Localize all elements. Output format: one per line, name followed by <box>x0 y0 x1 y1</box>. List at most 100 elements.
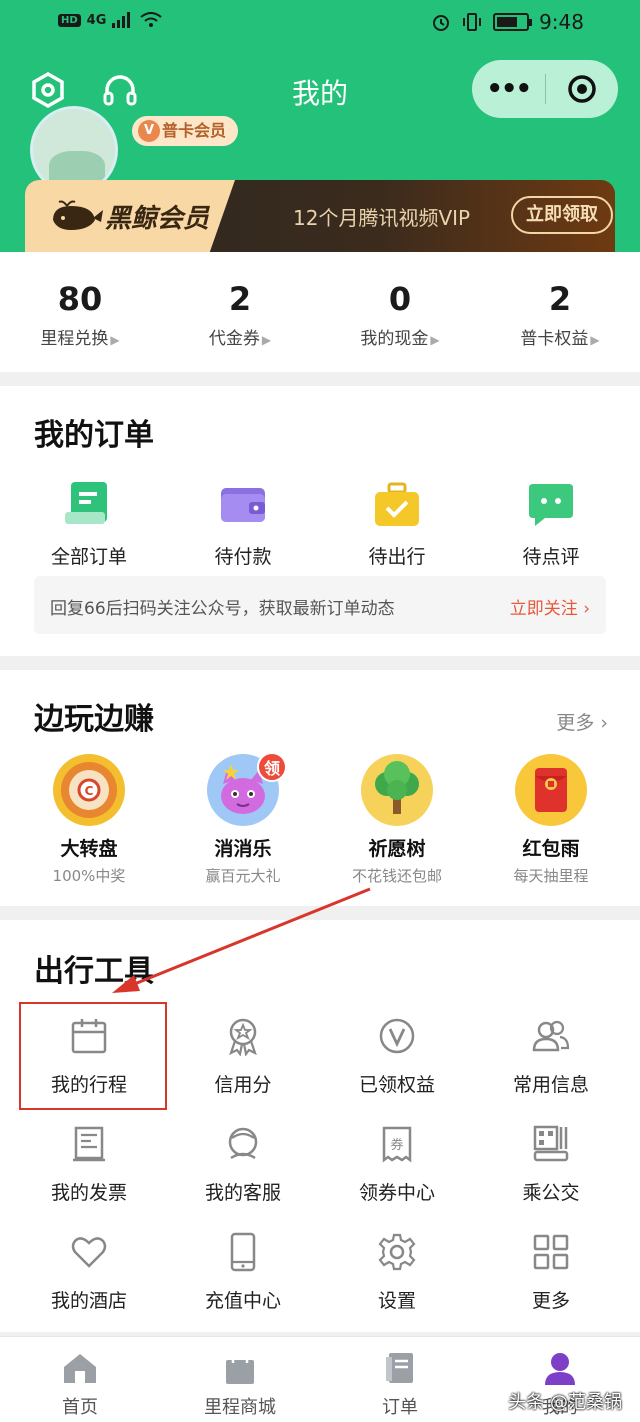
tool-top-up[interactable]: 充值中心 <box>166 1222 320 1330</box>
chevron-right-icon: ▶ <box>261 333 272 347</box>
banner-text: 12个月腾讯视频VIP <box>293 206 471 230</box>
order-upcoming-trip[interactable]: 待出行 <box>320 478 474 569</box>
medal-icon <box>229 1018 257 1057</box>
profile-icon <box>545 1353 575 1385</box>
order-pending-review[interactable]: 待点评 <box>474 478 628 569</box>
tool-label: 乘公交 <box>522 1182 580 1204</box>
earn-wish-tree[interactable]: 祈愿树 不花钱还包邮 <box>320 754 474 886</box>
tree-icon <box>361 754 433 826</box>
orders-title: 我的订单 <box>34 418 154 453</box>
status-right: 9:48 <box>431 10 584 34</box>
orders-tab-icon <box>386 1353 413 1383</box>
tool-my-hotels[interactable]: 我的酒店 <box>12 1222 166 1330</box>
earn-item-subtitle: 每天抽里程 <box>513 867 589 885</box>
tool-label: 我的客服 <box>204 1182 281 1204</box>
order-notice-bar[interactable]: 回复66后扫码关注公众号，获取最新订单动态 立即关注 › <box>34 576 606 634</box>
network-label: 4G <box>86 12 107 28</box>
more-menu-button[interactable]: ••• <box>472 74 545 104</box>
stat-voucher[interactable]: 2 代金券 ▶ <box>160 252 320 372</box>
invoice-icon <box>73 1126 105 1162</box>
close-miniapp-button[interactable] <box>546 73 619 105</box>
tab-label: 订单 <box>382 1397 418 1418</box>
tool-label: 充值中心 <box>204 1290 281 1312</box>
contacts-icon <box>532 1020 570 1052</box>
earn-card: 边玩边赚 更多 › C 大转盘 100%中奖 领 消消乐 赢百元大礼 祈愿树 不… <box>0 670 640 906</box>
tab-mall[interactable]: 里程商城 <box>160 1337 320 1422</box>
earn-red-envelope[interactable]: 红包雨 每天抽里程 <box>474 754 628 886</box>
wallet-icon <box>215 478 271 534</box>
gear-icon <box>378 1233 416 1271</box>
tool-label: 信用分 <box>214 1074 272 1096</box>
chevron-right-icon: ▶ <box>430 333 440 347</box>
stat-mileage[interactable]: 80 里程兑换 ▶ <box>0 252 160 372</box>
shopping-bag-icon <box>226 1351 254 1384</box>
hd-badge: HD <box>58 13 81 27</box>
earn-match-game[interactable]: 领 消消乐 赢百元大礼 <box>166 752 320 886</box>
tab-label: 里程商城 <box>204 1397 276 1418</box>
stat-value: 2 <box>548 280 572 318</box>
tab-orders[interactable]: 订单 <box>320 1337 480 1422</box>
stat-label: 普卡权益 ▶ <box>520 329 600 349</box>
tool-customer-service[interactable]: 我的客服 <box>166 1114 320 1222</box>
tool-claimed-benefits[interactable]: 已领权益 <box>320 1006 474 1114</box>
earn-grid: C 大转盘 100%中奖 领 消消乐 赢百元大礼 祈愿树 不花钱还包邮 红包雨 <box>0 752 640 886</box>
tool-label: 我的发票 <box>50 1182 127 1204</box>
stats-row: 80 里程兑换 ▶ 2 代金券 ▶ 0 我的现金 ▶ 2 普卡权益 ▶ <box>0 252 640 372</box>
whale-icon <box>53 200 103 230</box>
profile-header: 我的 ••• V 普卡会员 黑鲸会员 12个月腾讯视频VIP 立即领取 <box>0 46 640 252</box>
vip-icon <box>379 1018 415 1054</box>
grid-icon <box>533 1234 569 1270</box>
tool-invoices[interactable]: 我的发票 <box>12 1114 166 1222</box>
order-all[interactable]: 全部订单 <box>12 478 166 569</box>
tool-contacts[interactable]: 常用信息 <box>474 1006 628 1114</box>
tool-credit-score[interactable]: 信用分 <box>166 1006 320 1114</box>
tool-bus[interactable]: 乘公交 <box>474 1114 628 1222</box>
status-bar: HD 4G 9:48 <box>0 0 640 46</box>
phone-icon <box>230 1232 256 1272</box>
earn-item-title: 红包雨 <box>522 838 580 860</box>
order-list-icon <box>61 478 117 534</box>
tab-home[interactable]: 首页 <box>0 1337 160 1422</box>
tab-label: 首页 <box>62 1397 98 1418</box>
svg-text:C: C <box>85 784 94 798</box>
coupon-icon: 券 <box>382 1126 412 1163</box>
red-envelope-icon <box>515 754 587 826</box>
service-icon <box>228 1127 258 1160</box>
tool-coupon-center[interactable]: 券 领券中心 <box>320 1114 474 1222</box>
member-v-badge: V <box>138 120 160 142</box>
order-label: 待付款 <box>214 546 272 568</box>
clock: 9:48 <box>539 10 584 34</box>
earn-more-link[interactable]: 更多 › <box>556 708 608 735</box>
target-icon <box>568 75 596 103</box>
stat-benefits[interactable]: 2 普卡权益 ▶ <box>480 252 640 372</box>
stat-label: 代金券 ▶ <box>208 329 272 349</box>
watermark: 头条 @范桑锅 <box>508 1392 622 1413</box>
tool-settings[interactable]: 设置 <box>320 1222 474 1330</box>
bus-icon <box>533 1125 569 1162</box>
member-level-label: 普卡会员 <box>162 121 227 140</box>
member-level-tag[interactable]: V 普卡会员 <box>132 116 239 146</box>
stat-value: 80 <box>57 280 103 318</box>
tool-label: 我的行程 <box>50 1074 127 1096</box>
earn-wheel[interactable]: C 大转盘 100%中奖 <box>12 754 166 886</box>
stat-cash[interactable]: 0 我的现金 ▶ <box>320 252 480 372</box>
home-icon <box>64 1354 96 1383</box>
tool-more[interactable]: 更多 <box>474 1222 628 1330</box>
claim-badge: 领 <box>257 752 287 782</box>
earn-item-title: 大转盘 <box>60 838 118 860</box>
claim-button[interactable]: 立即领取 <box>511 196 613 234</box>
battery-icon <box>493 13 533 31</box>
earn-item-subtitle: 不花钱还包邮 <box>351 867 442 885</box>
follow-now-link[interactable]: 立即关注 › <box>510 594 590 619</box>
order-pending-payment[interactable]: 待付款 <box>166 478 320 569</box>
game-icon: 领 <box>207 752 287 826</box>
earn-item-title: 祈愿树 <box>368 838 426 860</box>
tool-my-trips[interactable]: 我的行程 <box>12 1006 166 1114</box>
black-whale-banner[interactable]: 黑鲸会员 12个月腾讯视频VIP 立即领取 <box>25 180 615 252</box>
tools-grid: 我的行程 信用分 已领权益 常用信息 我的发票 我的客服 券 领券中心 乘公交 <box>12 1006 628 1330</box>
order-label: 待出行 <box>368 546 426 568</box>
vibrate-icon <box>463 13 482 31</box>
earn-title: 边玩边赚 <box>34 702 154 737</box>
tool-label: 更多 <box>531 1290 570 1312</box>
banner-brand: 黑鲸会员 <box>105 204 210 234</box>
